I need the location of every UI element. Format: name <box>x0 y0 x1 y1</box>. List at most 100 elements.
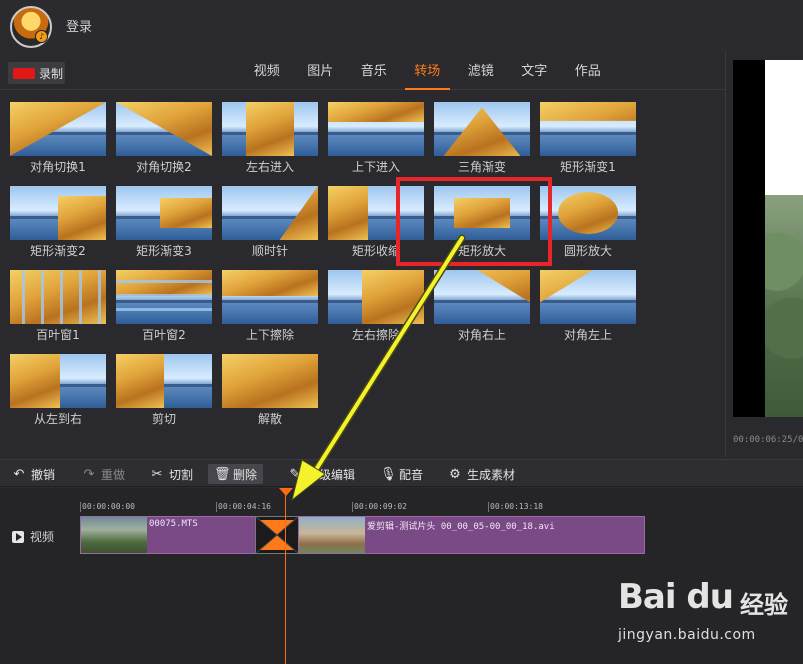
playhead-line[interactable] <box>285 488 286 664</box>
transition-label: 矩形渐变1 <box>560 160 616 174</box>
transition-thumbnail <box>540 102 636 156</box>
playhead-handle[interactable] <box>279 488 293 496</box>
dub-button[interactable]: 🎙 配音 <box>380 464 423 484</box>
ruler-label: 00:00:00:00 <box>82 502 135 511</box>
video-clip-1[interactable]: 00075.MTS <box>80 516 256 554</box>
tab-filter[interactable]: 滤镜 <box>454 54 508 90</box>
thumbnail-wheat <box>222 354 318 408</box>
watermark-logo: Bai du <box>618 577 734 617</box>
category-tabs: 视频 图片 音乐 转场 滤镜 文字 作品 <box>240 54 615 90</box>
avatar-badge-icon: ♪ <box>35 30 48 43</box>
video-clip-2[interactable]: 爱剪辑-测试片头 00_00_05-00_00_18.avi <box>298 516 645 554</box>
transition-thumbnail <box>10 270 106 324</box>
cut-label: 切割 <box>169 467 194 482</box>
undo-button[interactable]: ↶ 撤销 <box>12 464 55 484</box>
transition-tile[interactable]: 上下擦除 <box>222 270 318 342</box>
panel-divider[interactable] <box>725 52 726 457</box>
transition-tile[interactable]: 圆形放大 <box>540 186 636 258</box>
thumbnail-wheat <box>558 192 618 234</box>
transition-tile[interactable]: 矩形渐变1 <box>540 102 636 174</box>
transition-label: 剪切 <box>151 412 176 426</box>
baidu-jingyan-watermark: Bai du 经验 jingyan.baidu.com <box>612 575 802 660</box>
ruler-label: 00:00:09:02 <box>354 502 407 511</box>
ruler-label: 00:00:04:16 <box>218 502 271 511</box>
watermark-url: jingyan.baidu.com <box>618 627 756 643</box>
thumbnail-wheat <box>328 186 368 240</box>
blind-stripe <box>41 270 44 324</box>
ruler-tick <box>80 502 81 512</box>
ruler-label: 00:00:13:18 <box>490 502 543 511</box>
transition-label: 上下进入 <box>351 160 400 174</box>
tab-music[interactable]: 音乐 <box>347 54 401 90</box>
thumbnail-wheat <box>222 270 318 296</box>
transition-tile[interactable]: 对角左上 <box>540 270 636 342</box>
delete-button[interactable]: 🗑 删除 <box>208 464 264 484</box>
transition-thumbnail <box>116 354 212 408</box>
transition-tile[interactable]: 顺时针 <box>222 186 318 258</box>
redo-label: 重做 <box>101 467 126 482</box>
transition-thumbnail <box>116 102 212 156</box>
transition-thumbnail <box>540 270 636 324</box>
film-reel-icon: ⚙ <box>449 466 461 482</box>
app-window: ♪ 登录 录制 视频 图片 音乐 转场 滤镜 文字 作品 对角切换1 对角切换2 左… <box>0 0 803 664</box>
generate-material-button[interactable]: ⚙ 生成素材 <box>448 464 515 484</box>
thumbnail-wheat <box>246 102 294 156</box>
advanced-edit-button[interactable]: ✎ 高级编辑 <box>288 464 355 484</box>
transition-tile[interactable]: 三角渐变 <box>434 102 530 174</box>
thumbnail-wheat <box>10 354 60 408</box>
transition-tile[interactable]: 解散 <box>222 354 318 426</box>
redo-button[interactable]: ↷ 重做 <box>82 464 125 484</box>
transition-label: 矩形渐变2 <box>30 244 86 258</box>
timeline-ruler[interactable]: 00:00:00:00 00:00:04:16 00:00:09:02 00:0… <box>80 488 803 514</box>
redo-icon: ↷ <box>83 466 95 482</box>
microphone-icon: 🎙 <box>380 466 397 482</box>
transition-tile[interactable]: 左右擦除 <box>328 270 424 342</box>
transition-tile[interactable]: 从左到右 <box>10 354 106 426</box>
transition-tile[interactable]: 百叶窗2 <box>116 270 212 342</box>
transition-thumbnail <box>434 270 530 324</box>
thumbnail-wheat <box>540 270 593 303</box>
transition-thumbnail <box>328 102 424 156</box>
preview-timecode: 00:00:06:25/00 <box>733 435 803 445</box>
tab-works[interactable]: 作品 <box>561 54 615 90</box>
transition-thumbnail <box>222 102 318 156</box>
transition-tile[interactable]: 对角切换2 <box>116 102 212 174</box>
tab-video[interactable]: 视频 <box>240 54 294 90</box>
transition-thumbnail <box>540 186 636 240</box>
trash-icon: 🗑 <box>214 466 231 482</box>
transition-tile[interactable]: 百叶窗1 <box>10 270 106 342</box>
tab-image[interactable]: 图片 <box>294 54 348 90</box>
transition-tile[interactable]: 对角切换1 <box>10 102 106 174</box>
transition-tile[interactable]: 左右进入 <box>222 102 318 174</box>
blind-stripe <box>116 308 212 311</box>
thumbnail-wheat <box>116 102 212 156</box>
clip-name: 爱剪辑-测试片头 00_00_05-00_00_18.avi <box>367 522 555 532</box>
cut-button[interactable]: ✂ 切割 <box>150 464 193 484</box>
transition-marker[interactable] <box>255 516 299 554</box>
tab-transition[interactable]: 转场 <box>401 54 455 90</box>
transition-tile[interactable]: 对角右上 <box>434 270 530 342</box>
login-link[interactable]: 登录 <box>66 16 92 35</box>
transition-hourglass-icon <box>255 516 299 554</box>
transition-tile[interactable]: 矩形渐变3 <box>116 186 212 258</box>
transition-tile[interactable]: 剪切 <box>116 354 212 426</box>
thumbnail-wheat <box>477 270 530 303</box>
transition-thumbnail <box>116 270 212 324</box>
clip-thumbnail <box>81 517 147 553</box>
transition-tile[interactable]: 矩形渐变2 <box>10 186 106 258</box>
tab-text[interactable]: 文字 <box>508 54 562 90</box>
scissors-icon: ✂ <box>151 466 163 482</box>
record-camera-icon <box>13 67 35 79</box>
user-avatar[interactable]: ♪ <box>10 6 52 48</box>
transition-tile[interactable]: 上下进入 <box>328 102 424 174</box>
transition-thumbnail <box>10 354 106 408</box>
thumbnail-wheat <box>160 198 212 228</box>
thumbnail-lake <box>540 300 636 304</box>
pencil-icon: ✎ <box>289 466 301 482</box>
transition-label: 左右擦除 <box>351 328 400 342</box>
transition-thumbnail <box>328 270 424 324</box>
top-bar: ♪ 登录 <box>0 0 803 52</box>
transition-label: 从左到右 <box>33 412 82 426</box>
transition-label: 对角切换1 <box>30 160 86 174</box>
record-button[interactable]: 录制 <box>8 62 65 84</box>
